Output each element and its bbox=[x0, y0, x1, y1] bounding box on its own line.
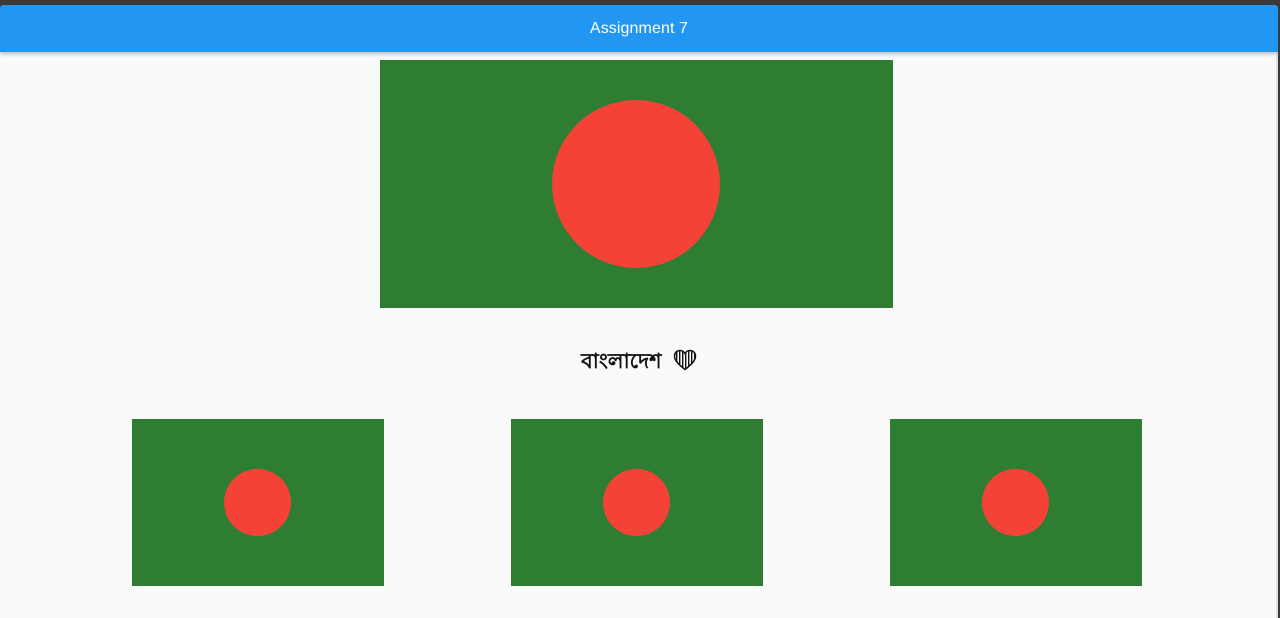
flag-red-disc bbox=[224, 469, 291, 536]
country-name: বাংলাদেশ bbox=[581, 349, 662, 373]
bangladesh-flag-small-1 bbox=[132, 419, 384, 586]
bangladesh-flag-large bbox=[380, 60, 893, 308]
app-bar: Assignment 7 bbox=[0, 5, 1278, 52]
flag-red-disc bbox=[603, 469, 670, 536]
bangladesh-flag-small-3 bbox=[890, 419, 1142, 586]
striped-heart-icon bbox=[673, 349, 697, 376]
country-caption: বাংলাদেশ bbox=[0, 345, 1278, 380]
app-window: Assignment 7 বাংলাদেশ bbox=[0, 5, 1278, 618]
bangladesh-flag-small-2 bbox=[511, 419, 763, 586]
flag-red-disc bbox=[982, 469, 1049, 536]
app-title: Assignment 7 bbox=[589, 19, 689, 37]
window-edge bbox=[1276, 52, 1278, 618]
flag-red-disc bbox=[552, 100, 720, 268]
